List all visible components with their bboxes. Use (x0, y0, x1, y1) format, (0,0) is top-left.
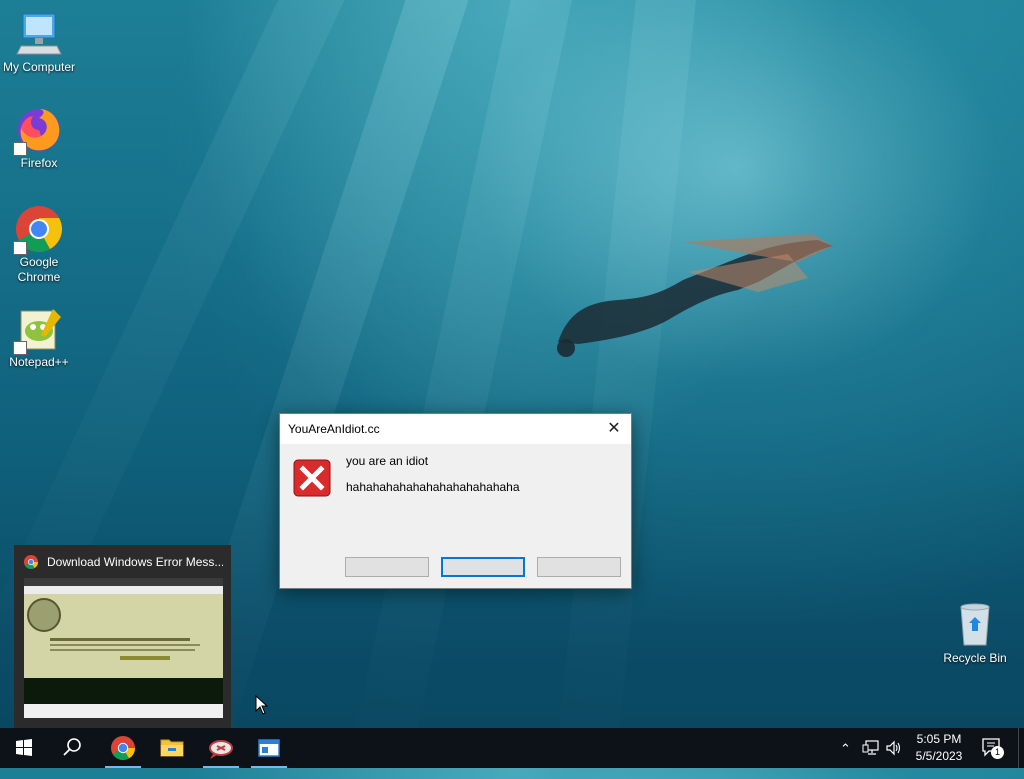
thumbnail-title: Download Windows Error Mess... (47, 555, 223, 569)
error-message-creator-icon (209, 740, 233, 759)
desktop-icon-label: Recycle Bin (943, 651, 1007, 665)
error-x-icon (293, 459, 331, 497)
action-center-button[interactable]: 1 (980, 736, 1006, 760)
firefox-icon (13, 106, 63, 156)
clock-time: 5:05 PM (916, 732, 962, 746)
light-ray (554, 0, 700, 779)
shortcut-arrow-icon (13, 341, 27, 355)
dialog-button-3[interactable] (537, 557, 621, 577)
search-icon (63, 738, 81, 756)
search-button[interactable] (52, 728, 92, 768)
chrome-icon (13, 205, 63, 255)
error-dialog: YouAreAnIdiot.cc ✕ you are an idiot haha… (279, 413, 632, 589)
taskbar-error-message-creator[interactable] (201, 728, 241, 768)
taskbar-clock[interactable]: 5:05 PM 5/5/2023 (900, 731, 978, 765)
network-icon[interactable] (862, 740, 880, 756)
tray-chevron-up-icon[interactable]: ⌃ (840, 741, 851, 757)
desktop-icon-label: Firefox (20, 156, 58, 170)
chrome-icon (24, 555, 38, 569)
shortcut-arrow-icon (13, 241, 27, 255)
desktop-icon-label: My Computer (2, 60, 76, 74)
desktop-icon-label: Google Chrome (17, 255, 61, 284)
clock-date: 5/5/2023 (915, 749, 963, 763)
shortcut-arrow-icon (13, 142, 27, 156)
file-explorer-icon (160, 739, 184, 757)
thumbnail-page-preview (24, 578, 223, 718)
taskbar: ⌃ 5:05 PM 5/5/2023 1 (0, 728, 1024, 768)
desktop-icon-recycle-bin[interactable]: Recycle Bin (937, 601, 1013, 666)
taskbar-thumbnail-preview[interactable]: Download Windows Error Mess... (14, 545, 231, 728)
windows-logo-icon (16, 739, 32, 756)
taskbar-file-explorer[interactable] (152, 728, 192, 768)
dialog-message-line-1: you are an idiot (346, 454, 429, 468)
taskbar-window-app[interactable] (249, 728, 289, 768)
desktop-icon-google-chrome[interactable]: Google Chrome (1, 205, 77, 285)
mouse-cursor-icon (255, 695, 269, 715)
dialog-titlebar[interactable]: YouAreAnIdiot.cc ✕ (280, 414, 631, 444)
notepad-plus-plus-icon (13, 305, 63, 355)
desktop-icon-firefox[interactable]: Firefox (1, 106, 77, 171)
recycle-bin-icon (951, 601, 999, 649)
wallpaper-swimmer (557, 234, 833, 357)
monitor-icon (15, 10, 63, 58)
window-app-icon (258, 739, 280, 757)
chrome-icon (111, 736, 135, 761)
close-icon[interactable]: ✕ (603, 418, 625, 440)
desktop-icon-label: Notepad++ (9, 355, 69, 369)
dialog-button-1[interactable] (345, 557, 429, 577)
notification-count-badge: 1 (991, 746, 1004, 759)
dialog-button-2-default[interactable] (441, 557, 525, 577)
dialog-message-line-2: hahahahahahahahahahahahaha (346, 480, 520, 494)
desktop-icon-my-computer[interactable]: My Computer (1, 10, 77, 75)
show-desktop-strip[interactable] (1018, 728, 1024, 768)
desktop-icon-notepad-plus-plus[interactable]: Notepad++ (1, 305, 77, 370)
start-button[interactable] (4, 728, 44, 768)
dialog-title: YouAreAnIdiot.cc (288, 422, 380, 436)
taskbar-chrome[interactable] (103, 728, 143, 768)
